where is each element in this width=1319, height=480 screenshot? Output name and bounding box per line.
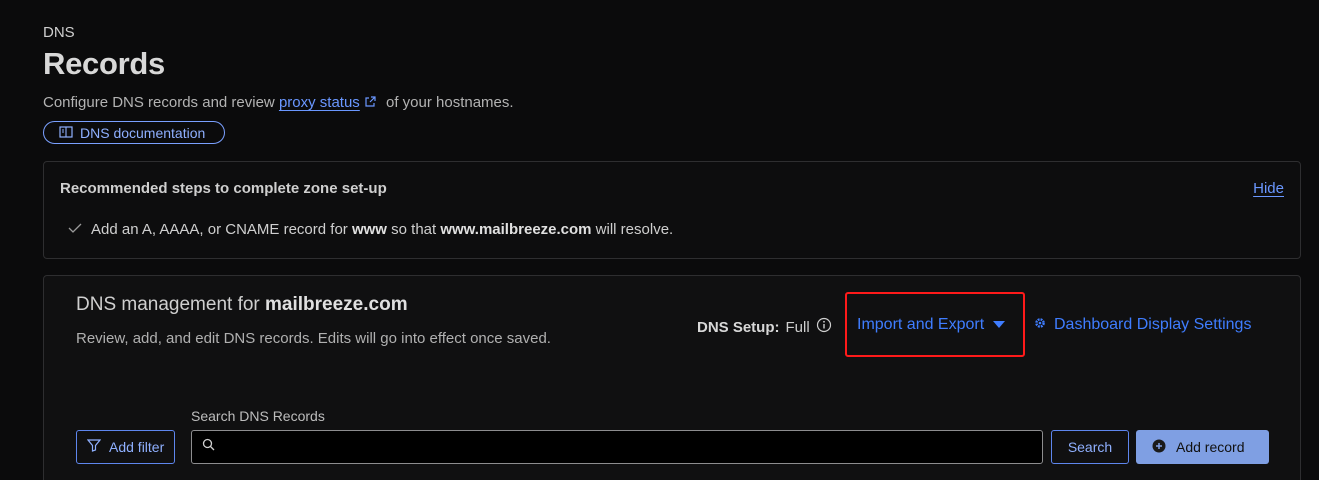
import-export-label: Import and Export	[857, 315, 985, 333]
caret-down-icon	[992, 316, 1006, 334]
dns-management-description: Review, add, and edit DNS records. Edits…	[76, 330, 551, 347]
add-record-label: Add record	[1176, 439, 1245, 455]
dashboard-display-settings-button[interactable]: Dashboard Display Settings	[1034, 316, 1251, 334]
search-input[interactable]	[221, 439, 1042, 455]
add-filter-label: Add filter	[109, 439, 165, 455]
setup-steps-title: Recommended steps to complete zone set-u…	[60, 180, 387, 197]
search-field	[191, 430, 1043, 464]
plus-circle-icon	[1152, 439, 1166, 456]
subtitle-text-after: of your hostnames.	[381, 94, 514, 111]
search-icon	[202, 438, 215, 456]
info-icon[interactable]	[816, 317, 832, 337]
search-dns-records-label: Search DNS Records	[191, 408, 325, 424]
gear-icon	[1034, 316, 1046, 334]
setup-step-text: Add an A, AAAA, or CNAME record for www …	[91, 221, 674, 238]
dns-setup-value: Full	[785, 318, 810, 336]
dns-setup-label: DNS Setup:	[697, 318, 780, 336]
page-subtitle: Configure DNS records and review proxy s…	[43, 94, 514, 112]
import-export-dropdown[interactable]: Import and Export	[845, 292, 1025, 357]
proxy-status-link[interactable]: proxy status	[279, 94, 360, 111]
dns-setup-status: DNS Setup: Full	[697, 317, 832, 337]
book-icon	[59, 125, 73, 141]
dns-management-card: DNS management for mailbreeze.com Review…	[43, 275, 1301, 480]
dns-documentation-button[interactable]: DNS documentation	[43, 121, 225, 144]
subtitle-text-before: Configure DNS records and review	[43, 94, 279, 111]
breadcrumb: DNS	[43, 24, 75, 41]
setup-step-item: Add an A, AAAA, or CNAME record for www …	[68, 221, 673, 238]
page-title: Records	[43, 46, 165, 81]
add-record-button[interactable]: Add record	[1136, 430, 1269, 464]
search-button[interactable]: Search	[1051, 430, 1129, 464]
setup-steps-card: Recommended steps to complete zone set-u…	[43, 161, 1301, 259]
dashboard-display-settings-label: Dashboard Display Settings	[1054, 316, 1252, 333]
filter-icon	[86, 439, 102, 455]
add-filter-button[interactable]: Add filter	[76, 430, 175, 464]
hide-link[interactable]: Hide	[1253, 180, 1284, 197]
external-link-icon	[364, 95, 376, 112]
dns-documentation-label: DNS documentation	[80, 124, 206, 141]
dns-management-title: DNS management for mailbreeze.com	[76, 294, 408, 315]
checkmark-icon	[68, 221, 82, 238]
